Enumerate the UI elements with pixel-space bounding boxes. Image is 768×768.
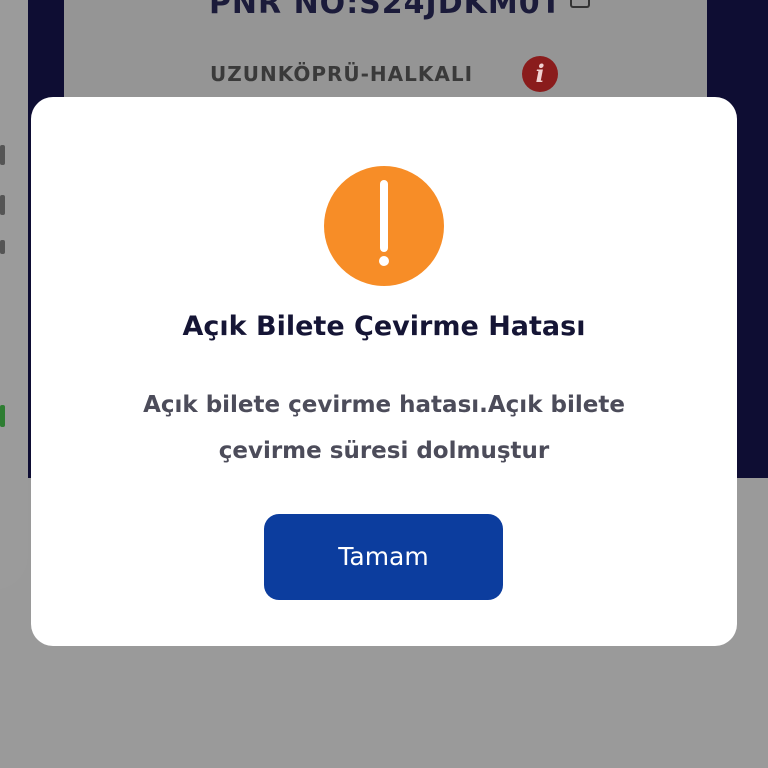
exclamation-dot	[379, 256, 389, 266]
background-side-card	[0, 0, 28, 590]
warning-exclamation-icon	[324, 166, 444, 286]
background-side-mark	[0, 195, 5, 215]
dialog-message: Açık bilete çevirme hatası.Açık bilete ç…	[143, 392, 625, 464]
background-side-mark	[0, 240, 5, 254]
background-side-mark	[0, 145, 5, 165]
route-label: UZUNKÖPRÜ-HALKALI	[210, 62, 474, 86]
dialog-title: Açık Bilete Çevirme Hatası	[182, 311, 586, 342]
pnr-number: PNR NO:S24JDKM0T	[208, 0, 563, 21]
confirm-button[interactable]: Tamam	[264, 514, 503, 600]
background-side-mark	[0, 405, 5, 427]
exclamation-bar	[380, 180, 388, 252]
error-dialog: Açık Bilete Çevirme Hatası Açık bilete ç…	[31, 97, 737, 646]
screen: PNR NO:S24JDKM0T UZUNKÖPRÜ-HALKALI i Açı…	[0, 0, 768, 768]
info-icon: i	[522, 56, 558, 92]
copy-icon	[570, 0, 590, 8]
